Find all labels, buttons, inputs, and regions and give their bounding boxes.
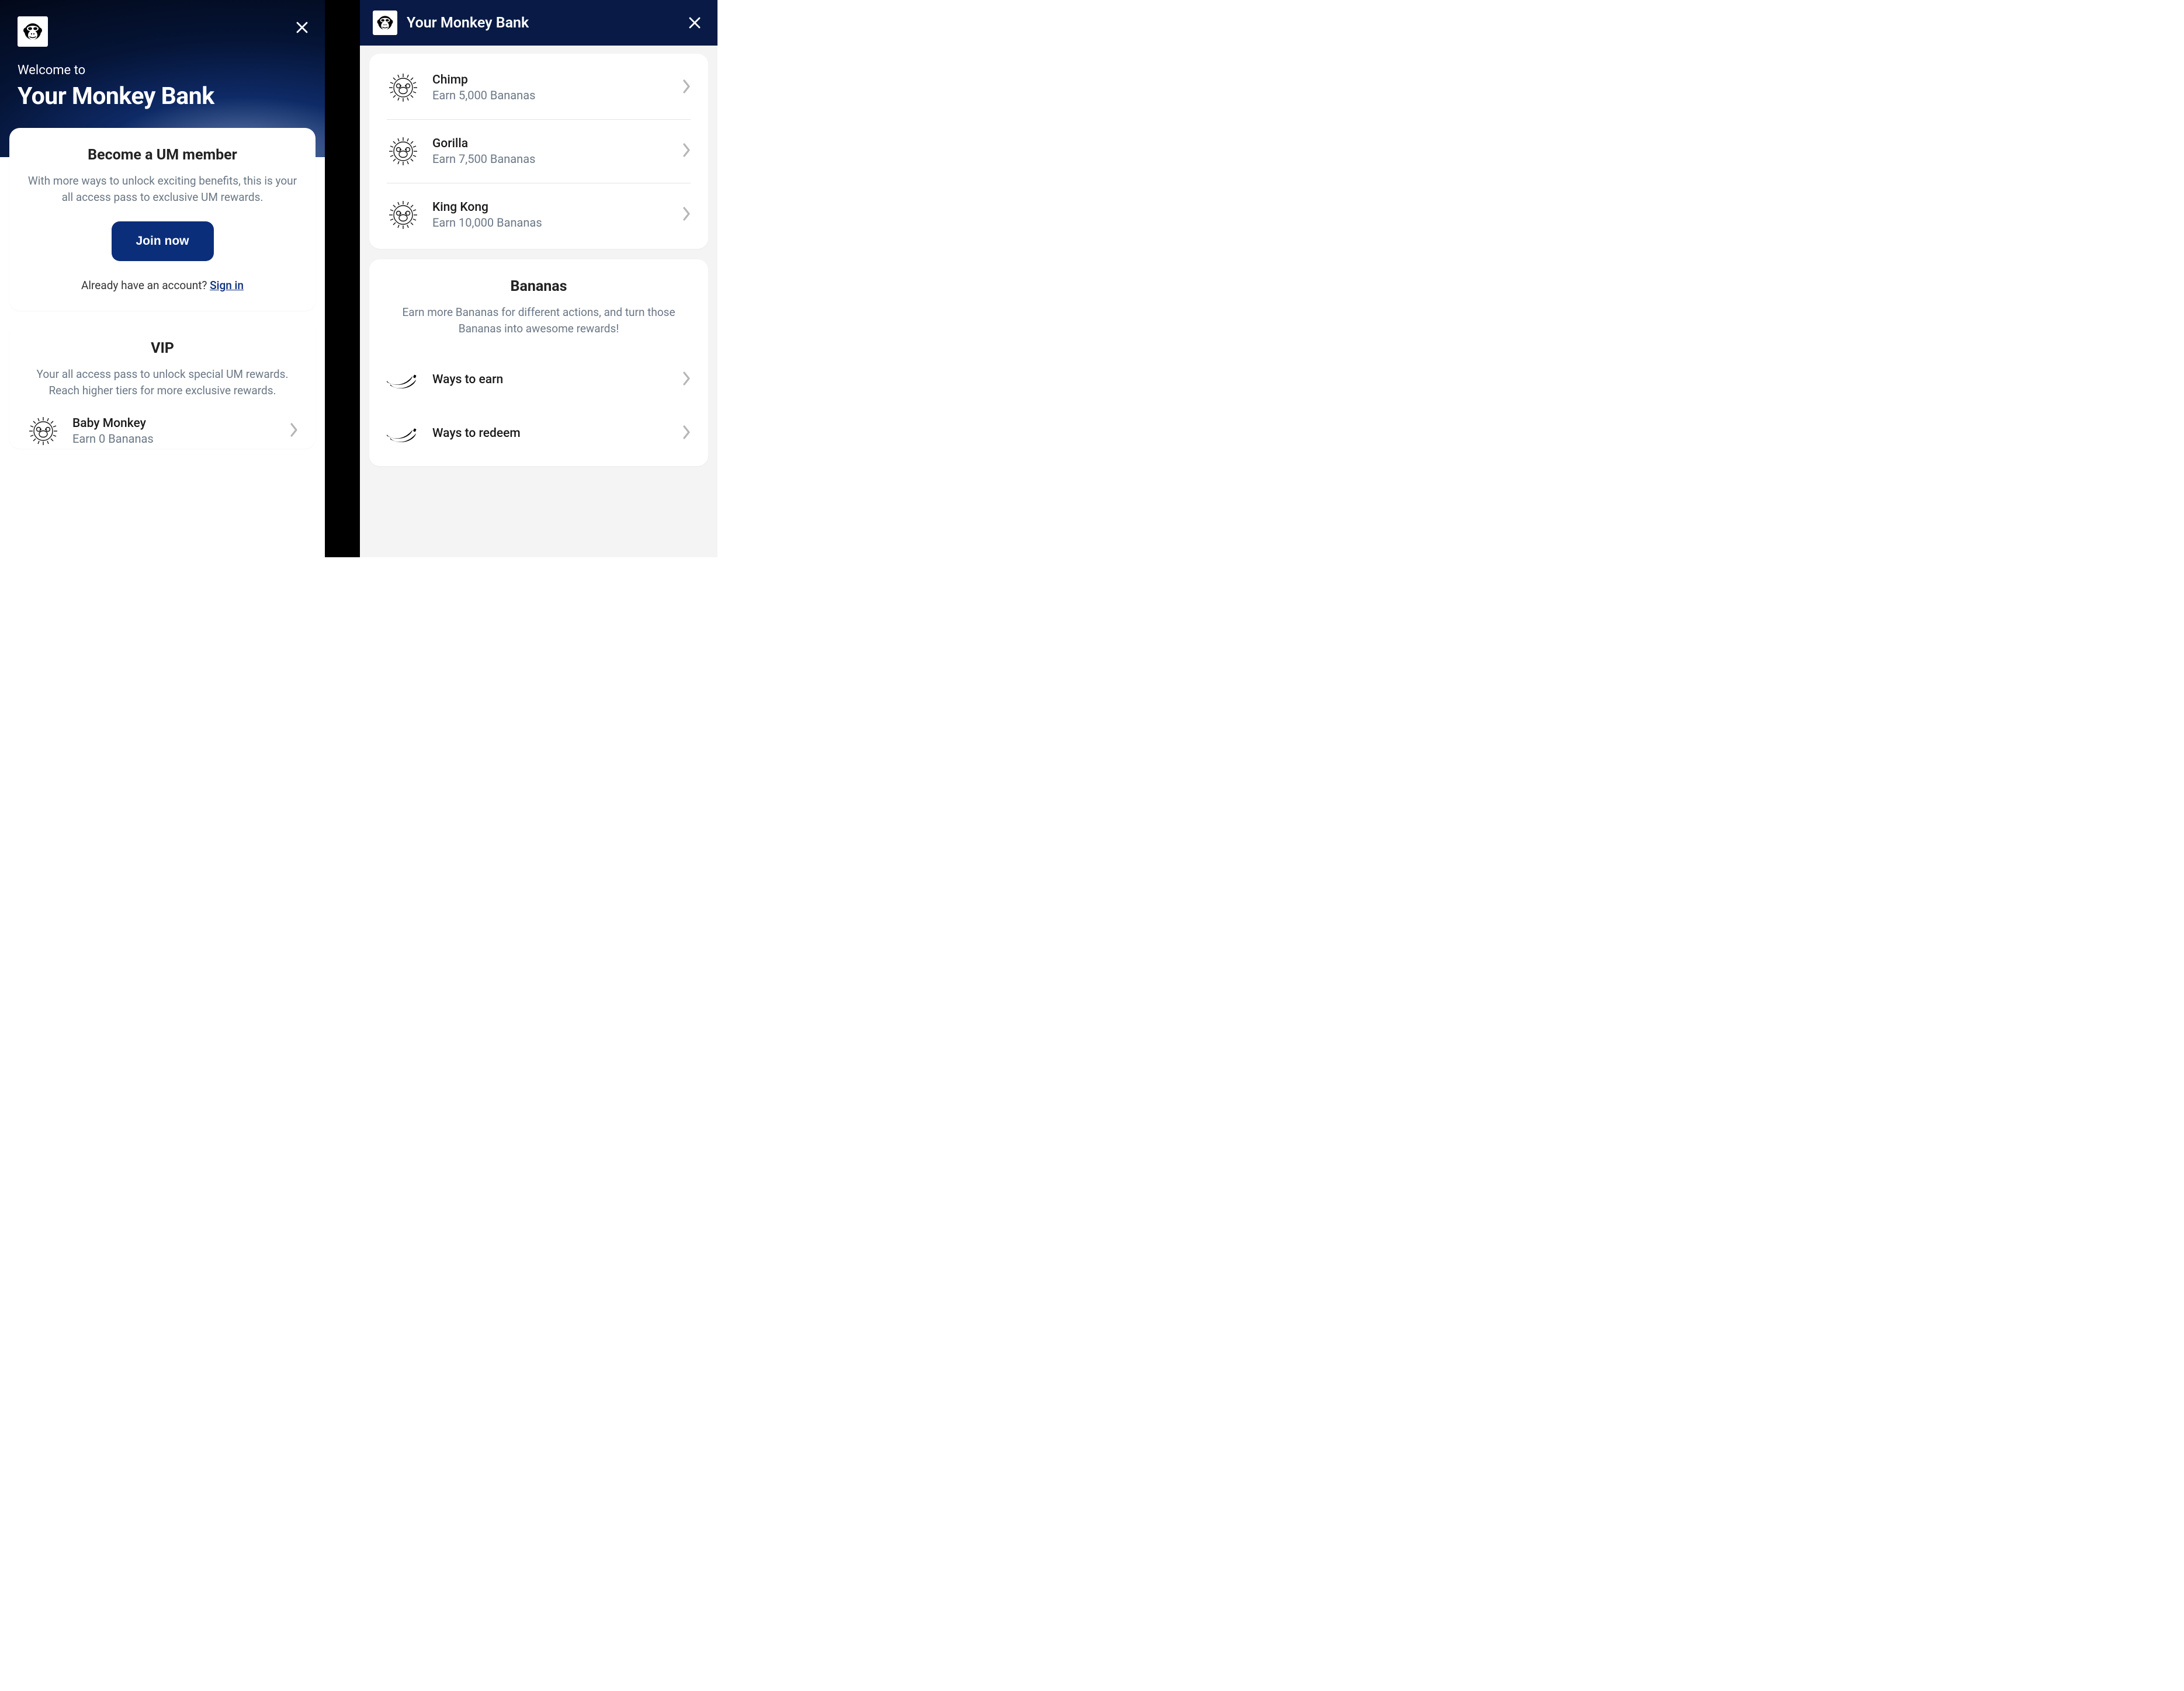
sign-in-link[interactable]: Sign in: [210, 279, 244, 292]
welcome-eyebrow: Welcome to: [18, 63, 307, 78]
ways-to-redeem-row[interactable]: Ways to redeem: [387, 407, 691, 460]
tier-icon: [27, 415, 60, 447]
account-prompt-text: Already have an account?: [81, 279, 210, 292]
vip-card-title: VIP: [27, 340, 298, 357]
panel-divider: [325, 0, 360, 557]
chevron-right-icon: [682, 207, 691, 223]
chevron-right-icon: [682, 143, 691, 159]
tier-requirement: Earn 7,500 Bananas: [432, 152, 670, 166]
tier-requirement: Earn 0 Bananas: [72, 432, 277, 446]
tier-row-king-kong[interactable]: King Kong Earn 10,000 Bananas: [387, 183, 691, 246]
brand-logo: [18, 16, 48, 47]
tier-requirement: Earn 5,000 Bananas: [432, 88, 670, 102]
tier-icon: [387, 199, 420, 231]
tier-row-gorilla[interactable]: Gorilla Earn 7,500 Bananas: [387, 120, 691, 183]
member-card-title: Become a UM member: [27, 147, 298, 164]
welcome-title: Your Monkey Bank: [18, 82, 307, 110]
bananas-card: Bananas Earn more Bananas for different …: [369, 259, 708, 466]
monkey-sun-icon: [387, 71, 420, 104]
monkey-logo-icon: [376, 13, 394, 32]
monkey-sun-icon: [27, 415, 60, 447]
close-icon: [296, 21, 308, 34]
monkey-logo-icon: [22, 20, 44, 43]
chevron-right-icon: [682, 371, 691, 388]
tier-row-chimp[interactable]: Chimp Earn 5,000 Bananas: [387, 56, 691, 120]
trailing-whitespace: [717, 0, 2184, 557]
member-card: Become a UM member With more ways to unl…: [9, 128, 316, 311]
vip-card-subtitle: Your all access pass to unlock special U…: [27, 366, 298, 398]
ways-to-earn-row[interactable]: Ways to earn: [387, 353, 691, 407]
brand-logo: [373, 11, 397, 35]
tiers-card: Chimp Earn 5,000 Bananas Gorilla Earn 7,…: [369, 54, 708, 249]
welcome-panel: Welcome to Your Monkey Bank Become a UM …: [0, 0, 325, 557]
close-icon: [688, 16, 701, 29]
details-title: Your Monkey Bank: [407, 15, 675, 32]
tier-name: King Kong: [432, 200, 670, 214]
monkey-sun-icon: [387, 135, 420, 168]
bananas-icon: [387, 422, 420, 445]
bananas-icon: [387, 368, 420, 391]
join-now-button[interactable]: Join now: [112, 221, 214, 261]
tier-icon: [387, 71, 420, 104]
row-label: Ways to redeem: [432, 426, 670, 440]
vip-card: VIP Your all access pass to unlock speci…: [9, 321, 316, 449]
close-button[interactable]: [685, 13, 705, 33]
tier-name: Baby Monkey: [72, 416, 277, 430]
monkey-sun-icon: [387, 199, 420, 231]
row-label: Ways to earn: [432, 373, 670, 387]
details-header: Your Monkey Bank: [360, 0, 717, 46]
tier-name: Chimp: [432, 73, 670, 87]
account-prompt: Already have an account? Sign in: [27, 279, 298, 292]
chevron-right-icon: [682, 425, 691, 442]
tier-icon: [387, 135, 420, 168]
close-button[interactable]: [292, 18, 312, 37]
chevron-right-icon: [682, 79, 691, 96]
bananas-card-title: Bananas: [387, 278, 691, 295]
tier-name: Gorilla: [432, 137, 670, 151]
bananas-card-subtitle: Earn more Bananas for different actions,…: [387, 304, 691, 336]
member-card-subtitle: With more ways to unlock exciting benefi…: [27, 173, 298, 205]
tier-requirement: Earn 10,000 Bananas: [432, 216, 670, 230]
chevron-right-icon: [290, 423, 298, 439]
tier-row-baby-monkey[interactable]: Baby Monkey Earn 0 Bananas: [27, 403, 298, 449]
details-panel: Your Monkey Bank Chimp Earn 5,000 Banana…: [360, 0, 717, 557]
